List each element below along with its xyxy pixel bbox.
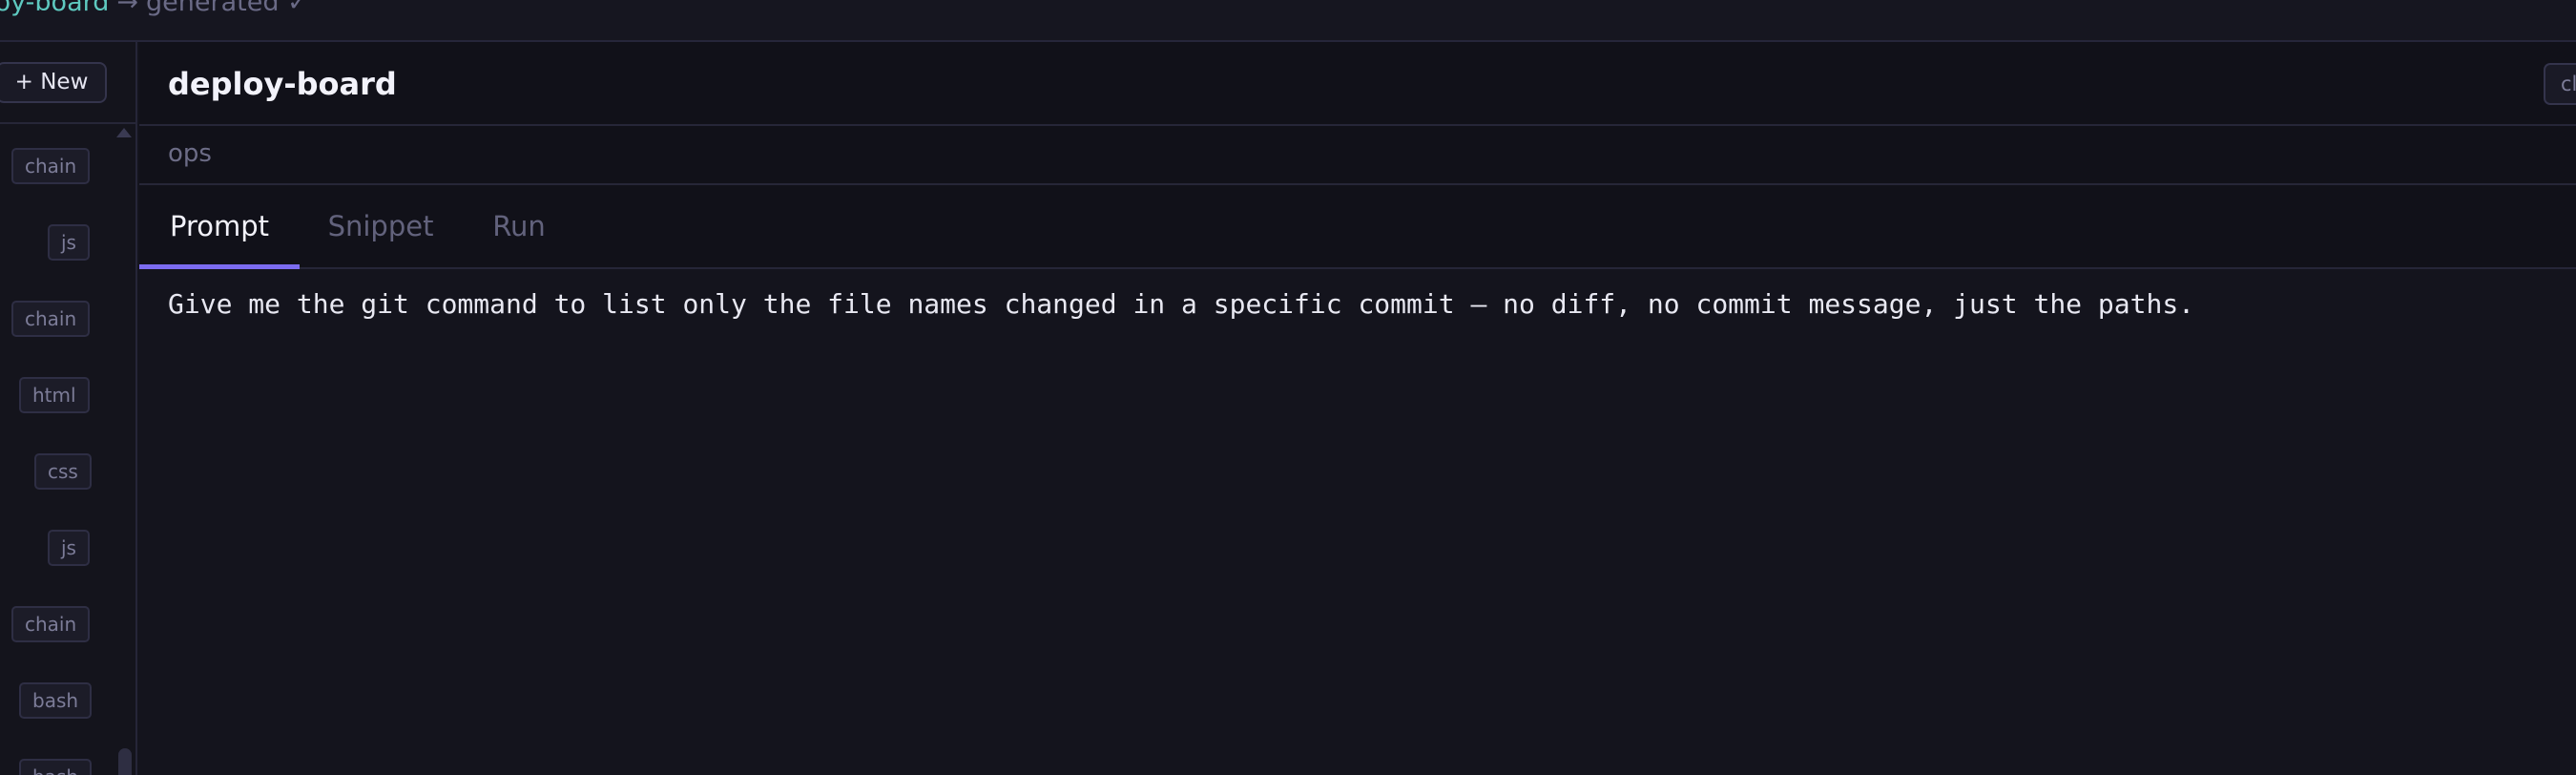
scroll-up-arrow-icon[interactable] [116, 128, 132, 137]
sidebar-tag-bash[interactable]: bash [19, 682, 93, 719]
header-action-button[interactable]: cl [2544, 63, 2576, 105]
main-panel: deploy-board cl ops Prompt Snippet Run G… [139, 42, 2576, 775]
sidebar-tag-js[interactable]: js [48, 530, 90, 566]
title-row: deploy-board cl [139, 42, 2576, 126]
breadcrumb-status: generated ✓ [146, 0, 309, 17]
sidebar-tag-chain[interactable]: chain [11, 301, 91, 337]
sidebar-tag-bash[interactable]: bash [19, 759, 93, 775]
new-button[interactable]: + New [0, 62, 107, 103]
top-bar: ploy-board → generated ✓ [0, 0, 2576, 42]
category-label: ops [168, 139, 212, 168]
sidebar-scrollbar-thumb[interactable] [118, 748, 132, 775]
prompt-text: Give me the git command to list only the… [168, 288, 2195, 320]
sidebar-tag-chain[interactable]: chain [11, 606, 91, 642]
app-window: ploy-board → generated ✓ + New chain js ch… [0, 0, 2576, 775]
prompt-panel: Give me the git command to list only the… [139, 269, 2576, 775]
sidebar-tag-chain[interactable]: chain [11, 148, 91, 184]
meta-row: ops [139, 126, 2576, 185]
breadcrumb: ploy-board → generated ✓ [0, 0, 309, 19]
sidebar-tag-css[interactable]: css [34, 453, 92, 490]
tab-snippet[interactable]: Snippet [300, 185, 462, 267]
tab-bar: Prompt Snippet Run [139, 185, 2576, 269]
page-title: deploy-board [168, 66, 397, 102]
sidebar: + New chain js chain html css js chain b… [0, 42, 137, 775]
sidebar-tag-html[interactable]: html [19, 377, 90, 413]
tab-prompt[interactable]: Prompt [139, 185, 300, 269]
tab-run[interactable]: Run [462, 185, 576, 267]
breadcrumb-arrow: → [116, 0, 138, 17]
breadcrumb-project-link[interactable]: ploy-board [0, 0, 109, 17]
sidebar-tag-js[interactable]: js [48, 224, 90, 261]
sidebar-divider [0, 122, 135, 124]
